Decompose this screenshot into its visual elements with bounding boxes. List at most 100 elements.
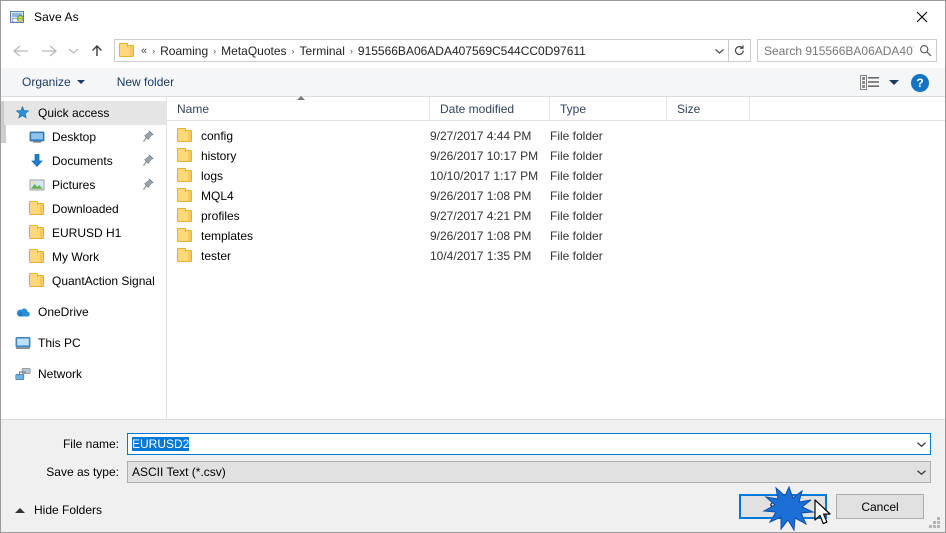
save-as-type-select[interactable]: ASCII Text (*.csv) [127, 461, 931, 483]
table-row[interactable]: MQL4 9/26/2017 1:08 PM File folder [167, 186, 945, 206]
up-arrow-icon[interactable] [83, 37, 111, 65]
close-icon[interactable] [899, 1, 945, 33]
search-input[interactable]: Search 915566BA06ADA40756... [757, 39, 937, 62]
table-row[interactable]: tester 10/4/2017 1:35 PM File folder [167, 246, 945, 266]
network-icon [15, 366, 31, 382]
sidebar-item-label: EURUSD H1 [52, 226, 122, 240]
sidebar-item-onedrive[interactable]: OneDrive [1, 300, 166, 324]
breadcrumb-separator: › [213, 45, 217, 56]
folder-icon [29, 273, 45, 289]
breadcrumb-separator: › [349, 45, 353, 56]
sidebar-item-quantaction-signal[interactable]: QuantAction Signal [1, 269, 166, 293]
folder-icon [177, 208, 193, 223]
breadcrumb: « › Roaming › MetaQuotes › Terminal › 91… [139, 42, 710, 60]
save-button[interactable]: Save [739, 494, 827, 519]
desktop-icon [29, 129, 45, 145]
file-type-cell: File folder [550, 169, 603, 183]
file-name-cell: profiles [167, 208, 430, 223]
file-name-input[interactable]: EURUSD2 [127, 433, 931, 455]
sidebar-item-network[interactable]: Network [1, 362, 166, 386]
navigation-bar: « › Roaming › MetaQuotes › Terminal › 91… [1, 33, 945, 68]
file-date-cell: 10/10/2017 1:17 PM [430, 169, 539, 183]
help-icon[interactable]: ? [911, 73, 929, 92]
sidebar-item-documents[interactable]: Documents [1, 149, 166, 173]
search-placeholder: Search 915566BA06ADA40756... [764, 43, 914, 58]
file-date-cell: 9/26/2017 10:17 PM [430, 149, 539, 163]
sidebar-item-eurusd-h1[interactable]: EURUSD H1 [1, 221, 166, 245]
sidebar-item-quick-access[interactable]: Quick access [1, 101, 166, 125]
file-rows: config 9/27/2017 4:44 PM File folder his… [167, 121, 945, 266]
breadcrumb-item-terminal[interactable]: Terminal [297, 42, 348, 60]
hide-folders-button[interactable]: Hide Folders [12, 503, 102, 517]
file-type-cell: File folder [550, 249, 603, 263]
breadcrumb-item-terminal-id[interactable]: 915566BA06ADA407569C544CC0D97611 [355, 42, 589, 60]
table-row[interactable]: history 9/26/2017 10:17 PM File folder [167, 146, 945, 166]
pin-icon[interactable] [142, 130, 154, 143]
file-name-chevron-down-icon[interactable] [913, 441, 930, 448]
help-label: ? [916, 75, 924, 90]
file-date-cell: 9/27/2017 4:21 PM [430, 209, 532, 223]
file-name-value-wrap: EURUSD2 [128, 437, 913, 451]
table-row[interactable]: logs 10/10/2017 1:17 PM File folder [167, 166, 945, 186]
view-chevron-down-icon[interactable] [889, 80, 899, 85]
forward-arrow-icon[interactable] [35, 37, 63, 65]
column-headers: Name Date modified Type Size [167, 95, 945, 121]
column-header-label: Type [560, 101, 587, 116]
sidebar-item-desktop[interactable]: Desktop [1, 125, 166, 149]
breadcrumb-overflow[interactable]: « [139, 43, 150, 59]
table-row[interactable]: config 9/27/2017 4:44 PM File folder [167, 126, 945, 146]
breadcrumb-item-metaquotes[interactable]: MetaQuotes [218, 42, 289, 60]
address-chevron-down-icon[interactable] [710, 47, 728, 55]
view-layout-icon[interactable] [860, 74, 880, 91]
back-arrow-icon[interactable] [7, 37, 35, 65]
folder-icon [177, 148, 193, 163]
file-type-cell: File folder [550, 229, 603, 243]
column-header-size[interactable]: Size [667, 96, 750, 121]
file-date-cell: 10/4/2017 1:35 PM [430, 249, 532, 263]
cancel-button[interactable]: Cancel [836, 494, 924, 519]
address-bar[interactable]: « › Roaming › MetaQuotes › Terminal › 91… [114, 39, 751, 62]
sidebar-item-label: Downloaded [52, 202, 119, 216]
sidebar-item-downloaded[interactable]: Downloaded [1, 197, 166, 221]
save-button-label: Save [769, 499, 797, 514]
column-header-date-modified[interactable]: Date modified [430, 96, 550, 121]
breadcrumb-item-roaming[interactable]: Roaming [157, 42, 211, 60]
navigation-sidebar[interactable]: Quick access Desktop Documents Pictures … [1, 97, 167, 419]
new-folder-label: New folder [116, 75, 175, 89]
onedrive-icon [15, 304, 31, 320]
command-toolbar: Organize New folder ? [1, 68, 945, 97]
resize-grip-icon[interactable] [929, 517, 941, 529]
this-pc-icon [15, 335, 31, 351]
recent-locations-chevron-down-icon[interactable] [63, 37, 83, 65]
file-name-cell: templates [167, 228, 430, 243]
pin-icon[interactable] [142, 178, 154, 191]
title-bar: Save As [1, 1, 945, 33]
table-row[interactable]: templates 9/26/2017 1:08 PM File folder [167, 226, 945, 246]
save-as-type-chevron-down-icon[interactable] [913, 469, 930, 476]
file-type-cell: File folder [550, 189, 603, 203]
table-row[interactable]: profiles 9/27/2017 4:21 PM File folder [167, 206, 945, 226]
file-name-label: tester [201, 249, 232, 263]
file-name-label: templates [201, 229, 254, 243]
column-header-name[interactable]: Name [167, 95, 430, 121]
file-name-label: history [201, 149, 237, 163]
column-header-label: Date modified [440, 101, 515, 116]
file-list[interactable]: Name Date modified Type Size config 9/27… [167, 95, 945, 419]
sidebar-item-pictures[interactable]: Pictures [1, 173, 166, 197]
refresh-icon[interactable] [728, 40, 750, 61]
save-form: File name: EURUSD2 Save as type: ASCII T… [1, 420, 945, 488]
breadcrumb-separator: › [291, 45, 295, 56]
save-as-window-icon [10, 9, 26, 25]
folder-icon [119, 42, 135, 59]
pin-icon[interactable] [142, 154, 154, 167]
sort-ascending-icon [297, 95, 305, 100]
folder-icon [29, 249, 45, 265]
sidebar-item-this-pc[interactable]: This PC [1, 331, 166, 355]
new-folder-button[interactable]: New folder [110, 72, 181, 92]
search-icon[interactable] [914, 44, 936, 57]
sidebar-item-my-work[interactable]: My Work [1, 245, 166, 269]
organize-button[interactable]: Organize [15, 72, 92, 92]
column-header-type[interactable]: Type [550, 96, 667, 121]
